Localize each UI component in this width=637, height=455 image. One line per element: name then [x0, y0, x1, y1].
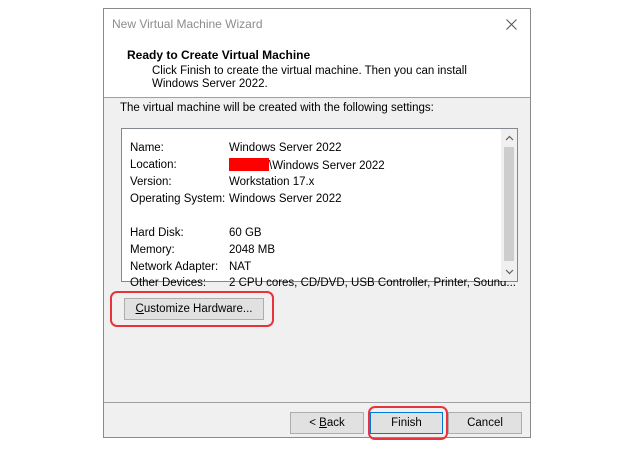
page-title: Ready to Create Virtual Machine — [127, 48, 311, 62]
scroll-up-button[interactable] — [501, 130, 517, 146]
button-label: ustomize Hardware... — [143, 303, 253, 315]
button-label-prefix: < — [309, 417, 320, 429]
title-bar: New Virtual Machine Wizard — [104, 9, 530, 39]
footer-divider — [104, 402, 530, 403]
page: New Virtual Machine Wizard Ready to Crea… — [0, 0, 637, 455]
scroll-down-button[interactable] — [501, 264, 517, 280]
setting-label: Version: — [130, 176, 172, 188]
redaction-mark — [229, 158, 269, 171]
setting-label: Memory: — [130, 244, 175, 256]
setting-value: Workstation 17.x — [229, 176, 315, 188]
back-button[interactable]: < Back — [290, 412, 364, 434]
mnemonic-letter: B — [319, 417, 327, 429]
settings-intro-text: The virtual machine will be created with… — [120, 102, 434, 114]
page-subtitle: Click Finish to create the virtual machi… — [152, 65, 467, 90]
setting-value-wrapper: \Windows Server 2022 — [229, 158, 385, 173]
button-label: ack — [326, 417, 345, 429]
setting-label: Location: — [130, 159, 177, 171]
chevron-up-icon — [505, 135, 513, 141]
settings-summary-list[interactable]: Name: Windows Server 2022 Location: \Win… — [121, 128, 518, 289]
wizard-header: Ready to Create Virtual Machine Click Fi… — [104, 39, 530, 98]
wizard-dialog: New Virtual Machine Wizard Ready to Crea… — [103, 8, 531, 440]
chevron-down-icon — [505, 269, 513, 275]
finish-button[interactable]: Finish — [370, 412, 443, 434]
vertical-scrollbar[interactable] — [501, 129, 517, 281]
scroll-thumb[interactable] — [504, 147, 514, 261]
setting-value: 2 CPU cores, CD/DVD, USB Controller, Pri… — [229, 277, 516, 289]
close-icon — [505, 18, 517, 30]
setting-value: \Windows Server 2022 — [269, 160, 385, 172]
mnemonic-letter: C — [135, 303, 144, 315]
setting-label: Hard Disk: — [130, 227, 184, 239]
window-title: New Virtual Machine Wizard — [112, 17, 263, 31]
setting-value: 60 GB — [229, 227, 262, 239]
customize-hardware-button[interactable]: Customize Hardware... — [124, 298, 264, 320]
setting-label: Operating System: — [130, 193, 226, 205]
setting-value: Windows Server 2022 — [229, 142, 342, 154]
setting-value: Windows Server 2022 — [229, 193, 342, 205]
setting-label: Name: — [130, 142, 164, 154]
setting-value: NAT — [229, 261, 252, 273]
close-button[interactable] — [496, 11, 526, 37]
setting-value: 2048 MB — [229, 244, 276, 256]
setting-label: Other Devices: — [130, 277, 207, 289]
setting-label: Network Adapter: — [130, 261, 219, 273]
cancel-button[interactable]: Cancel — [448, 412, 522, 434]
